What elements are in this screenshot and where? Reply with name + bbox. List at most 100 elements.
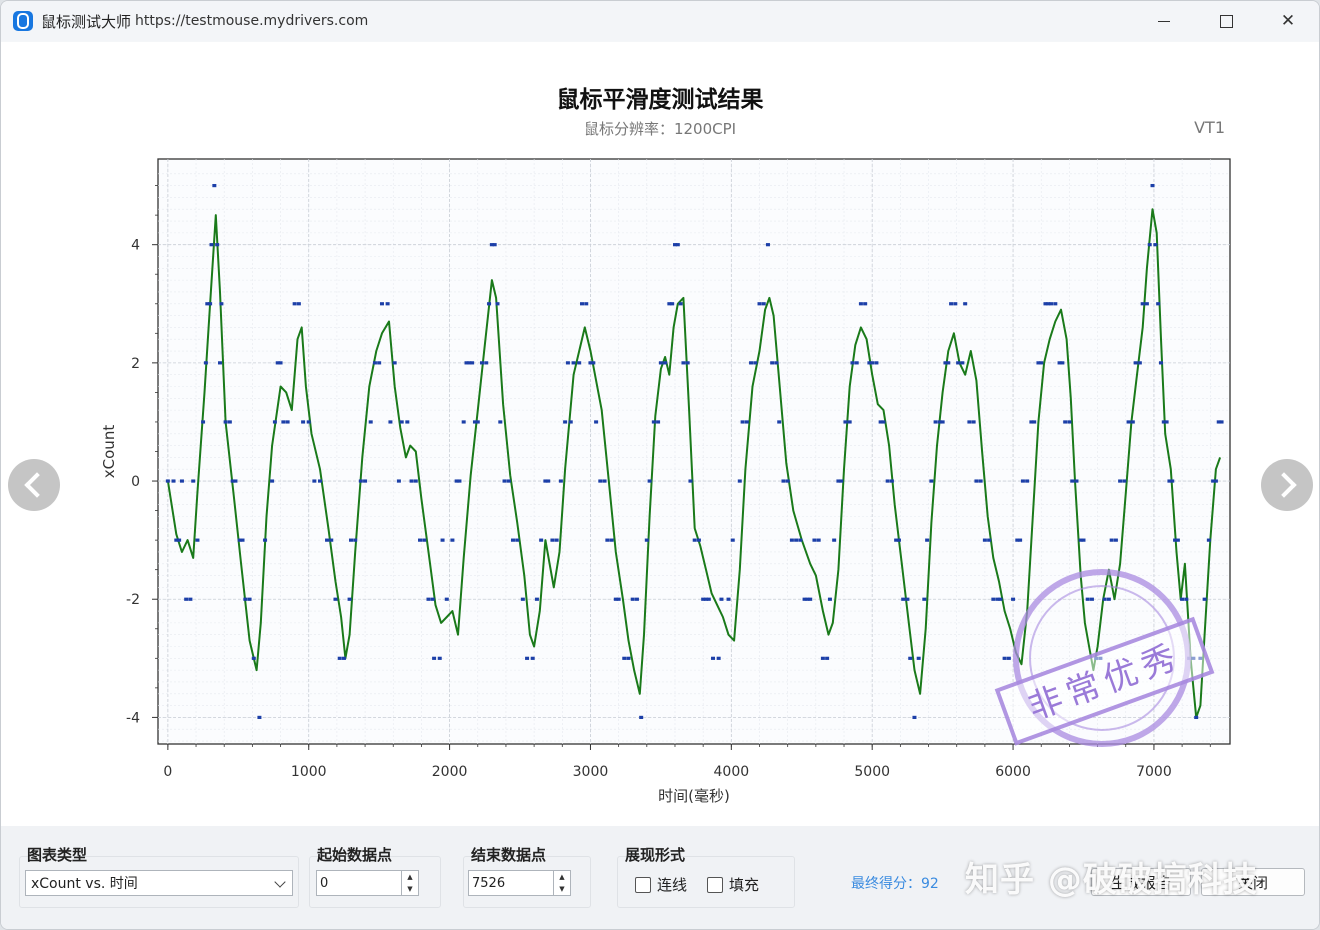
- data-point: [827, 597, 832, 601]
- decrement-icon[interactable]: ▼: [402, 883, 418, 895]
- y-tick-label: 4: [131, 238, 140, 254]
- data-point: [510, 538, 515, 542]
- data-point: [616, 597, 621, 601]
- y-tick-label: 0: [131, 474, 140, 490]
- data-point: [626, 656, 631, 660]
- data-point: [577, 361, 582, 365]
- data-point: [594, 420, 599, 424]
- data-point: [1156, 302, 1161, 306]
- end-point-value: 7526: [472, 875, 506, 891]
- data-point: [418, 538, 423, 542]
- data-point: [495, 302, 500, 306]
- data-point: [933, 420, 938, 424]
- data-point: [681, 361, 686, 365]
- decrement-icon[interactable]: ▼: [554, 883, 570, 895]
- minimize-button[interactable]: [1133, 1, 1195, 41]
- next-image-button[interactable]: [1261, 459, 1313, 511]
- data-point: [912, 715, 917, 720]
- data-point: [688, 479, 693, 483]
- data-point: [1137, 361, 1142, 365]
- x-tick-label: 2000: [432, 764, 468, 780]
- increment-icon[interactable]: ▲: [402, 871, 418, 883]
- start-point-input[interactable]: 0 ▲ ▼: [316, 870, 419, 896]
- data-point: [558, 479, 563, 483]
- data-point: [217, 361, 222, 365]
- data-point: [208, 302, 213, 306]
- data-point: [781, 479, 786, 483]
- data-point: [761, 302, 766, 306]
- data-point: [1074, 479, 1079, 483]
- data-point: [916, 656, 921, 660]
- data-point: [379, 302, 384, 306]
- data-point: [963, 302, 968, 306]
- x-tick-label: 0: [163, 764, 172, 780]
- data-point: [479, 361, 484, 365]
- data-point: [1053, 302, 1058, 306]
- data-point: [609, 538, 614, 542]
- data-point: [292, 302, 297, 306]
- data-point: [347, 597, 352, 601]
- data-point: [644, 538, 649, 542]
- data-point: [525, 656, 530, 660]
- title-bar[interactable]: 鼠标测试大师 https://testmouse.mydrivers.com ✕: [1, 1, 1319, 41]
- fill-checkbox[interactable]: 填充: [707, 874, 759, 895]
- data-point: [974, 479, 979, 483]
- stamp-seal: 非常优秀: [994, 569, 1215, 747]
- data-point: [243, 597, 248, 601]
- data-point: [177, 538, 182, 542]
- data-point: [1067, 420, 1072, 424]
- data-point: [461, 420, 466, 424]
- window-controls: ✕: [1133, 1, 1319, 41]
- data-point: [960, 361, 965, 365]
- data-point: [337, 656, 342, 660]
- data-point: [854, 361, 859, 365]
- data-point: [215, 243, 220, 247]
- end-point-stepper[interactable]: ▲ ▼: [553, 871, 570, 895]
- data-point: [765, 243, 770, 247]
- increment-icon[interactable]: ▲: [554, 871, 570, 883]
- data-point: [808, 597, 813, 601]
- data-point: [1113, 538, 1118, 542]
- previous-image-button[interactable]: [8, 459, 60, 511]
- data-point: [333, 597, 338, 601]
- data-point: [296, 302, 301, 306]
- data-point: [580, 302, 585, 306]
- data-point: [737, 479, 742, 483]
- x-tick-label: 7000: [1136, 764, 1172, 780]
- data-point: [534, 597, 539, 601]
- data-point: [409, 479, 414, 483]
- y-tick-label: -4: [126, 710, 140, 726]
- chart-type-value: xCount vs. 时间: [31, 876, 138, 892]
- data-point: [195, 538, 200, 542]
- connect-checkbox[interactable]: 连线: [635, 874, 687, 895]
- data-point: [450, 538, 455, 542]
- data-point: [908, 656, 913, 660]
- data-point: [789, 538, 794, 542]
- data-point: [656, 420, 661, 424]
- end-point-input[interactable]: 7526 ▲ ▼: [468, 870, 571, 896]
- data-point: [506, 479, 511, 483]
- data-point: [1213, 479, 1218, 483]
- data-point: [675, 243, 680, 247]
- start-point-stepper[interactable]: ▲ ▼: [401, 871, 418, 895]
- maximize-button[interactable]: [1195, 1, 1257, 41]
- data-point: [847, 420, 852, 424]
- data-point: [251, 656, 256, 660]
- final-score: 最终得分：92: [851, 876, 939, 892]
- data-point: [670, 302, 675, 306]
- data-point: [925, 538, 930, 542]
- data-point: [212, 183, 217, 188]
- data-point: [730, 538, 735, 542]
- chart-type-select[interactable]: xCount vs. 时间: [25, 870, 293, 896]
- data-point: [1153, 243, 1158, 247]
- data-point: [263, 538, 268, 542]
- data-point: [396, 479, 401, 483]
- data-point: [440, 538, 445, 542]
- close-window-button[interactable]: ✕: [1257, 1, 1319, 41]
- data-point: [281, 420, 286, 424]
- data-point: [696, 538, 701, 542]
- data-point: [785, 479, 790, 483]
- data-point: [839, 479, 844, 483]
- data-point: [639, 715, 644, 720]
- data-point: [1081, 538, 1086, 542]
